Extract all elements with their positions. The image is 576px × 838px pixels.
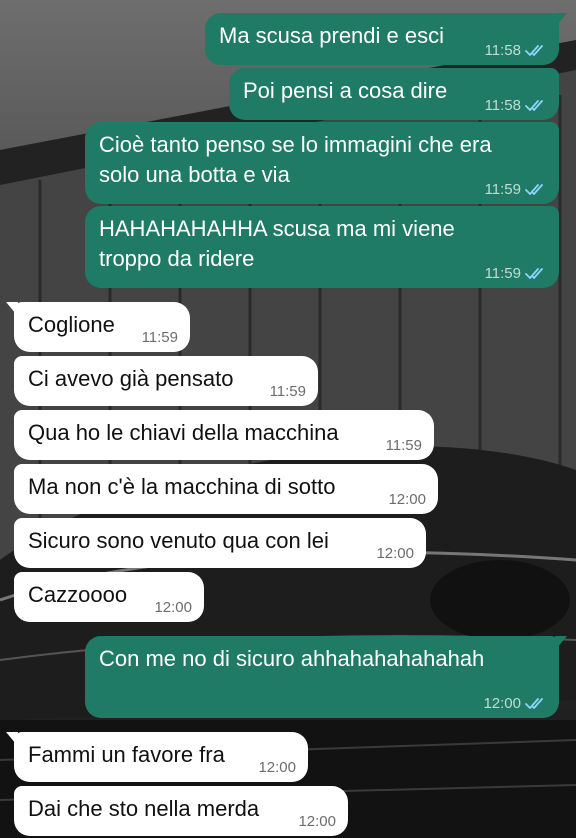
message-meta: 11:59 bbox=[142, 330, 178, 346]
message-time: 12:00 bbox=[483, 695, 521, 712]
incoming-message[interactable]: Fammi un favore fra 12:00 bbox=[14, 732, 308, 782]
bubble-tail-icon bbox=[6, 302, 18, 316]
bubble-tail-icon bbox=[555, 636, 567, 650]
incoming-message[interactable]: Ma non c'è la macchina di sotto 12:00 bbox=[14, 464, 438, 514]
read-receipt-icon bbox=[525, 698, 547, 710]
message-time: 11:59 bbox=[484, 265, 521, 282]
read-receipt-icon bbox=[525, 45, 547, 57]
message-text: Sicuro sono venuto qua con lei bbox=[28, 528, 329, 553]
message-time: 11:58 bbox=[484, 42, 521, 59]
message-time: 12:00 bbox=[258, 759, 296, 776]
message-meta: 11:58 bbox=[485, 98, 547, 114]
message-text: Ma non c'è la macchina di sotto bbox=[28, 474, 336, 499]
read-receipt-icon bbox=[525, 100, 547, 112]
incoming-message[interactable]: Coglione 11:59 bbox=[14, 302, 190, 352]
bubble-tail-icon bbox=[6, 732, 18, 746]
message-meta: 12:00 bbox=[298, 814, 336, 830]
message-meta: 11:58 bbox=[485, 43, 547, 59]
message-time: 12:00 bbox=[154, 599, 192, 616]
message-meta: 11:59 bbox=[485, 266, 547, 282]
message-meta: 12:00 bbox=[258, 760, 296, 776]
message-time: 11:59 bbox=[269, 383, 306, 400]
message-meta: 11:59 bbox=[386, 438, 422, 454]
bubble-tail-icon bbox=[555, 13, 567, 27]
outgoing-message[interactable]: Con me no di sicuro ahhahahahahahah 12:00 bbox=[85, 636, 559, 718]
message-text: Ci avevo già pensato bbox=[28, 366, 234, 391]
message-time: 12:00 bbox=[298, 813, 336, 830]
message-text: Cioè tanto penso se lo immagini che era bbox=[99, 132, 492, 157]
message-time: 11:59 bbox=[385, 437, 422, 454]
message-time: 11:59 bbox=[141, 329, 178, 346]
read-receipt-icon bbox=[525, 184, 547, 196]
message-meta: 11:59 bbox=[270, 384, 306, 400]
incoming-message[interactable]: Qua ho le chiavi della macchina 11:59 bbox=[14, 410, 434, 460]
message-thread: Ma scusa prendi e esci 11:58 Poi pensi a c… bbox=[0, 0, 576, 838]
message-text: troppo da ridere bbox=[99, 246, 255, 271]
incoming-message[interactable]: Sicuro sono venuto qua con lei 12:00 bbox=[14, 518, 426, 568]
outgoing-message[interactable]: Ma scusa prendi e esci 11:58 bbox=[205, 13, 559, 65]
message-meta: 11:59 bbox=[485, 182, 547, 198]
message-text: solo una botta e via bbox=[99, 162, 290, 187]
message-text: HAHAHAHAHHA scusa ma mi viene bbox=[99, 216, 455, 241]
message-text: Dai che sto nella merda bbox=[28, 796, 260, 821]
message-text: Qua ho le chiavi della macchina bbox=[28, 420, 339, 445]
message-meta: 12:00 bbox=[483, 696, 547, 712]
message-time: 12:00 bbox=[376, 545, 414, 562]
message-meta: 12:00 bbox=[154, 600, 192, 616]
incoming-message[interactable]: Dai che sto nella merda 12:00 bbox=[14, 786, 348, 836]
read-receipt-icon bbox=[525, 268, 547, 280]
message-meta: 12:00 bbox=[388, 492, 426, 508]
message-time: 11:59 bbox=[484, 181, 521, 198]
message-meta: 12:00 bbox=[376, 546, 414, 562]
message-time: 12:00 bbox=[388, 491, 426, 508]
message-text: Fammi un favore fra bbox=[28, 742, 225, 767]
outgoing-message[interactable]: Cioè tanto penso se lo immagini che era s… bbox=[85, 122, 559, 204]
outgoing-message[interactable]: Poi pensi a cosa dire 11:58 bbox=[229, 68, 559, 120]
incoming-message[interactable]: Cazzoooo 12:00 bbox=[14, 572, 204, 622]
incoming-message[interactable]: Ci avevo già pensato 11:59 bbox=[14, 356, 318, 406]
message-text: Con me no di sicuro ahhahahahahahah bbox=[99, 646, 485, 671]
message-time: 11:58 bbox=[484, 97, 521, 114]
outgoing-message[interactable]: HAHAHAHAHHA scusa ma mi viene troppo da r… bbox=[85, 206, 559, 288]
